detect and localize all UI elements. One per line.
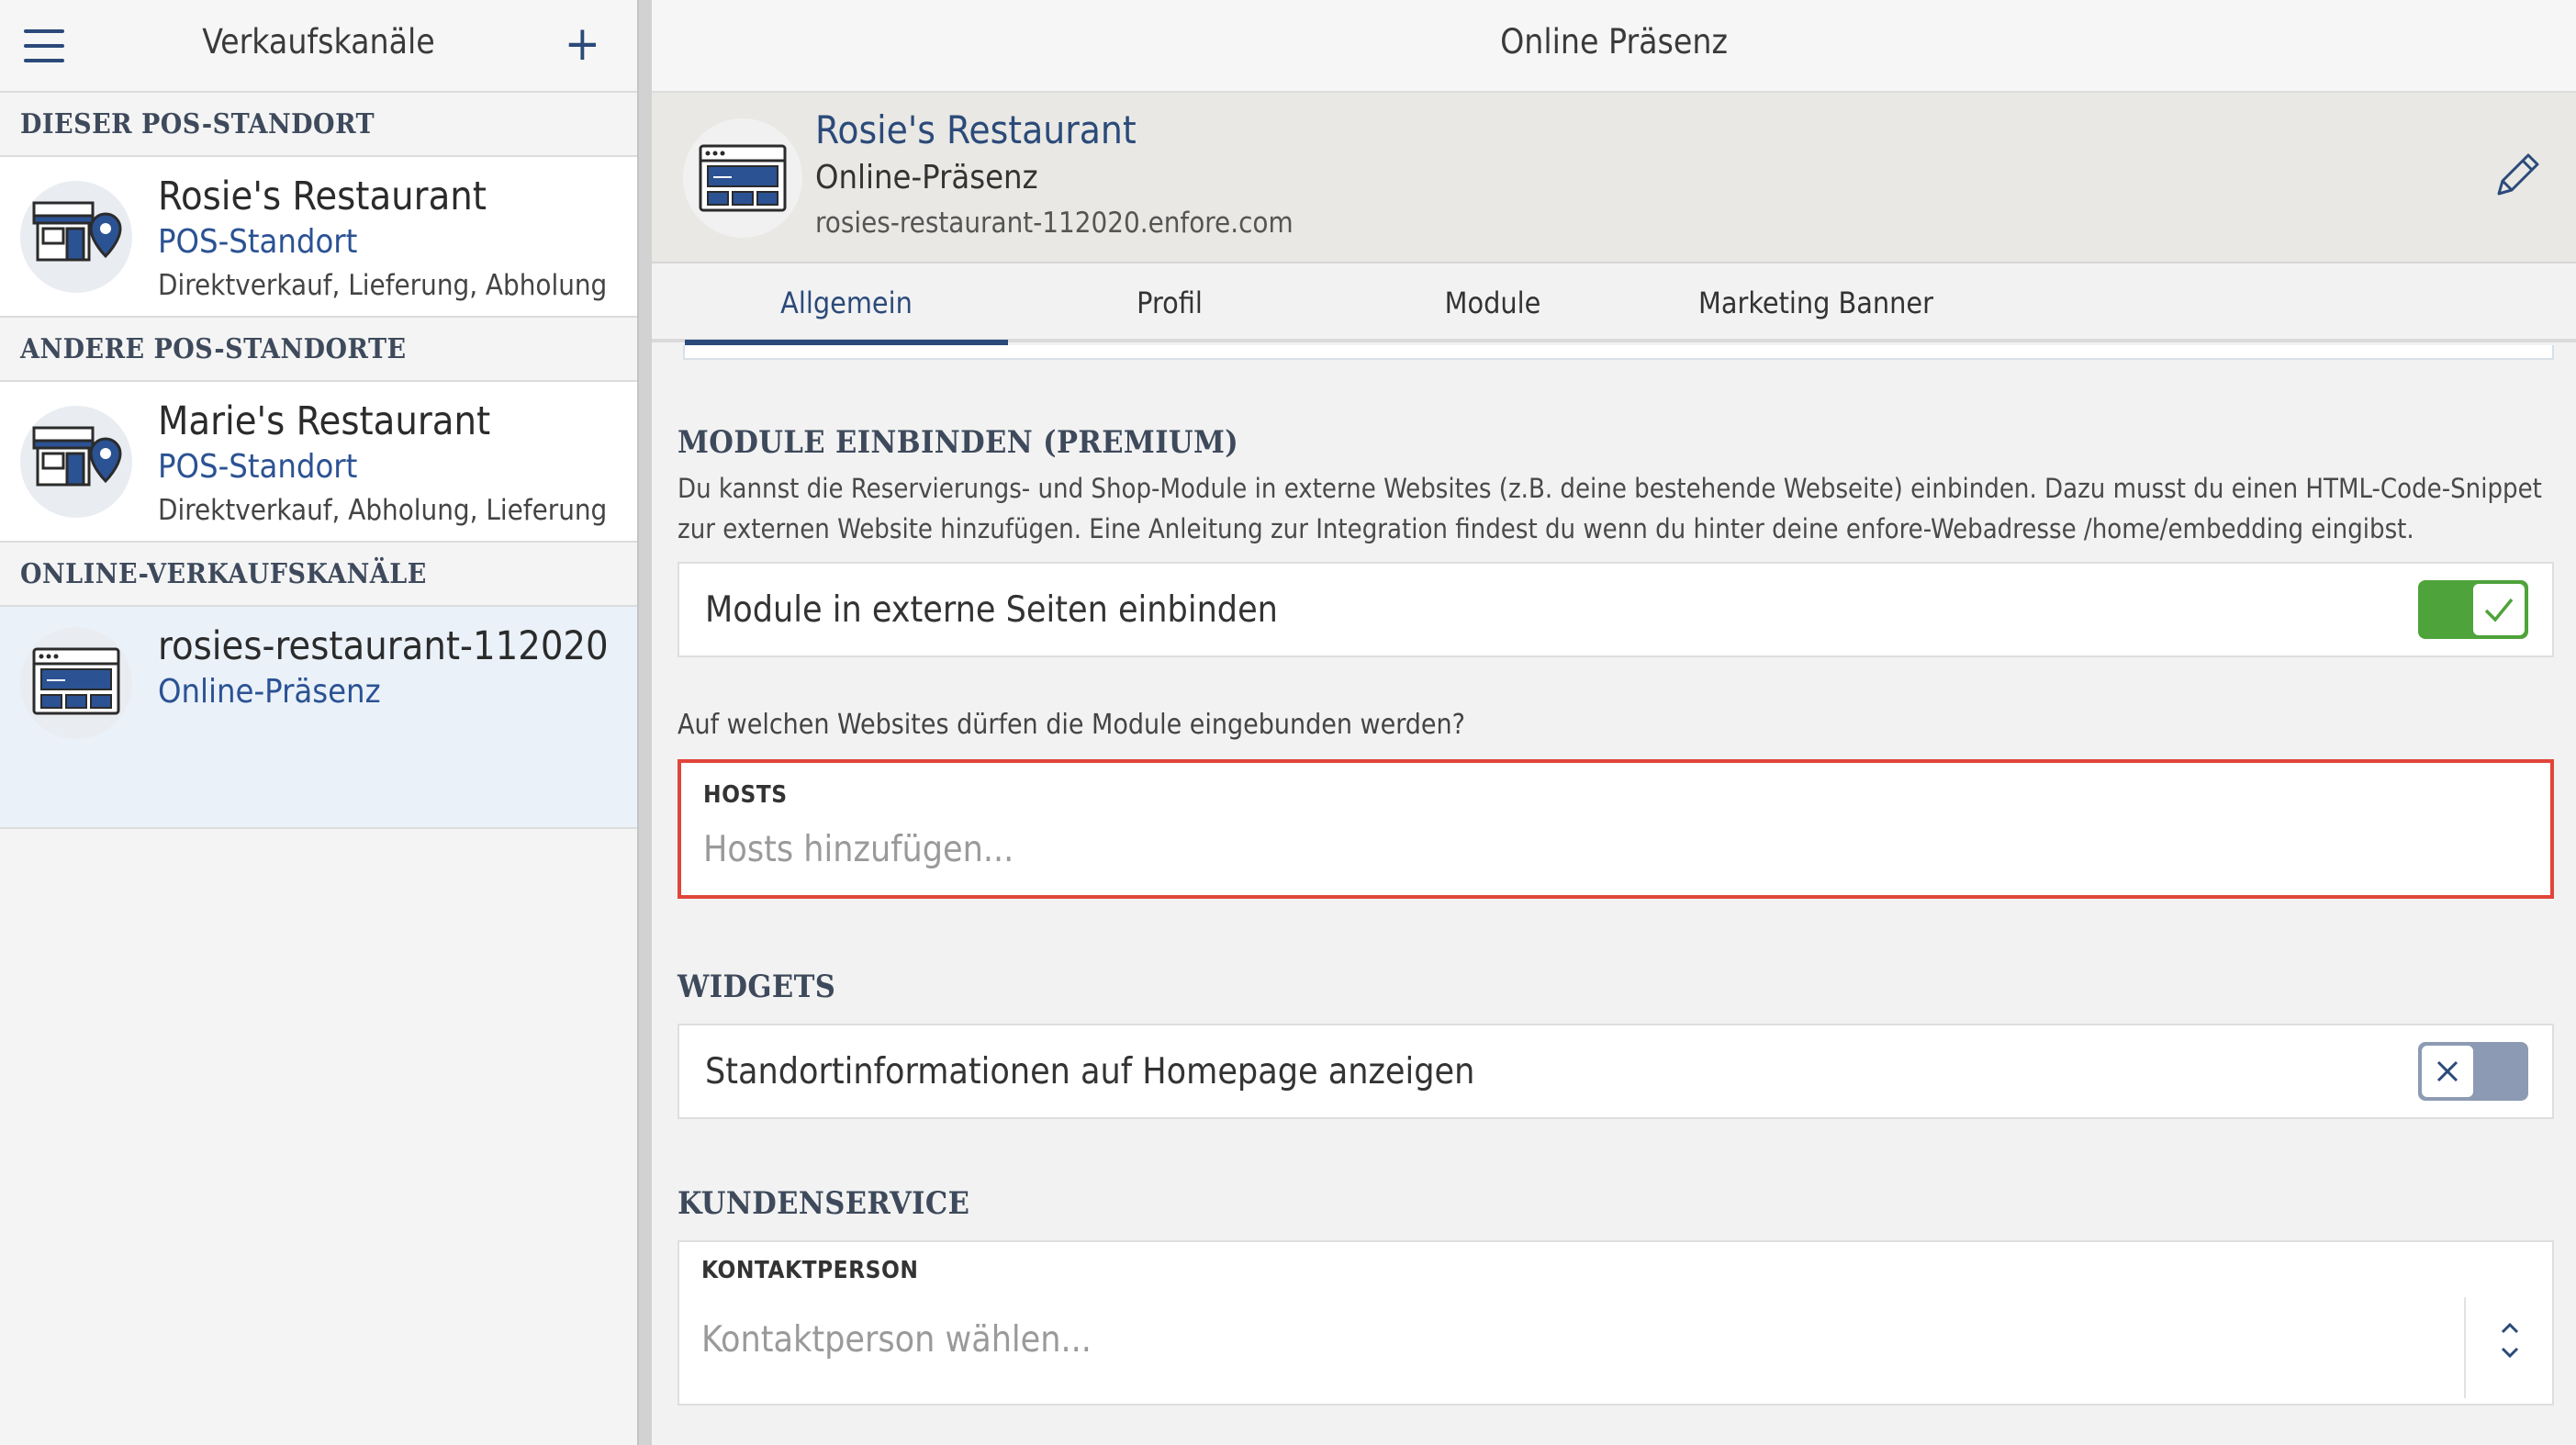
pane-splitter[interactable] <box>637 0 652 1445</box>
location-info-label: Standortinformationen auf Homepage anzei… <box>705 1051 1475 1092</box>
right-header: Online Präsenz <box>652 0 2576 93</box>
channel-type: Online-Präsenz <box>158 673 381 711</box>
tab-marketing-banner[interactable]: Marketing Banner <box>1654 263 1977 342</box>
previous-card-edge <box>683 345 2554 360</box>
channel-name: Rosie's Restaurant <box>158 174 487 219</box>
close-icon <box>2422 1046 2473 1097</box>
channel-type: POS-Standort <box>158 448 358 486</box>
right-header-title: Online Präsenz <box>1500 22 1728 62</box>
tab-module[interactable]: Module <box>1331 263 1654 342</box>
contact-person-input[interactable] <box>701 1314 2451 1365</box>
widgets-heading: WIDGETS <box>678 969 836 1005</box>
hosts-input[interactable] <box>703 823 2528 875</box>
sales-channels-pane: Verkaufskanäle + DIESER POS-STANDORT Ros… <box>0 0 637 1445</box>
section-online: ONLINE-VERKAUFSKANÄLE <box>0 543 637 607</box>
store-location-icon <box>20 181 132 293</box>
hosts-question: Auf welchen Websites dürfen die Module e… <box>678 709 1465 741</box>
channel-info-bar: Rosie's Restaurant Online-Präsenz rosies… <box>652 93 2576 263</box>
chevron-up-down-icon[interactable] <box>2464 1297 2552 1398</box>
channel-type: POS-Standort <box>158 223 358 261</box>
contact-person-field: KONTAKTPERSON <box>678 1240 2554 1406</box>
pencil-edit-icon[interactable] <box>2490 148 2545 203</box>
modules-heading: MODULE EINBINDEN (PREMIUM) <box>678 424 1239 461</box>
channel-name: Marie's Restaurant <box>158 398 491 444</box>
online-presence-pane: Online Präsenz Rosie's Restaurant Online… <box>652 0 2576 1445</box>
hosts-field-label: HOSTS <box>703 781 788 809</box>
service-heading: KUNDENSERVICE <box>678 1185 970 1222</box>
info-channel-type: Online-Präsenz <box>815 159 1038 196</box>
tab-bar: Allgemein Profil Module Marketing Banner <box>652 263 2576 346</box>
left-header: Verkaufskanäle + <box>0 0 637 93</box>
channel-item-rosies-restaurant[interactable]: Rosie's Restaurant POS-Standort Direktve… <box>0 157 637 318</box>
channel-item-online-presence[interactable]: rosies-restaurant-112020 Online-Präsenz <box>0 607 637 829</box>
section-this-pos: DIESER POS-STANDORT <box>0 93 637 157</box>
settings-content: MODULE EINBINDEN (PREMIUM) Du kannst die… <box>678 360 2554 1406</box>
embed-modules-label: Module in externe Seiten einbinden <box>705 589 1278 631</box>
contact-field-label: KONTAKTPERSON <box>701 1257 919 1284</box>
left-header-title: Verkaufskanäle <box>202 22 435 62</box>
channel-desc: Direktverkauf, Abholung, Lieferung <box>158 494 608 527</box>
add-channel-icon[interactable]: + <box>565 20 600 68</box>
info-channel-url: rosies-restaurant-112020.enfore.com <box>815 207 1294 240</box>
website-icon <box>683 118 802 238</box>
tab-allgemein[interactable]: Allgemein <box>685 263 1008 346</box>
check-icon <box>2473 584 2525 635</box>
store-location-icon <box>20 406 132 518</box>
website-icon <box>20 627 132 739</box>
channel-name: rosies-restaurant-112020 <box>158 623 609 669</box>
tab-profil[interactable]: Profil <box>1008 263 1331 342</box>
embed-modules-toggle[interactable] <box>2418 580 2528 639</box>
location-info-toggle[interactable] <box>2418 1042 2528 1101</box>
channel-desc: Direktverkauf, Lieferung, Abholung <box>158 269 608 302</box>
channel-item-maries-restaurant[interactable]: Marie's Restaurant POS-Standort Direktve… <box>0 382 637 543</box>
embed-modules-row: Module in externe Seiten einbinden <box>678 562 2554 657</box>
hosts-field: HOSTS <box>678 759 2554 899</box>
section-other-pos: ANDERE POS-STANDORTE <box>0 318 637 382</box>
info-channel-name: Rosie's Restaurant <box>815 107 1137 152</box>
location-info-row: Standortinformationen auf Homepage anzei… <box>678 1024 2554 1119</box>
modules-description: Du kannst die Reservierungs- und Shop-Mo… <box>678 473 2542 544</box>
